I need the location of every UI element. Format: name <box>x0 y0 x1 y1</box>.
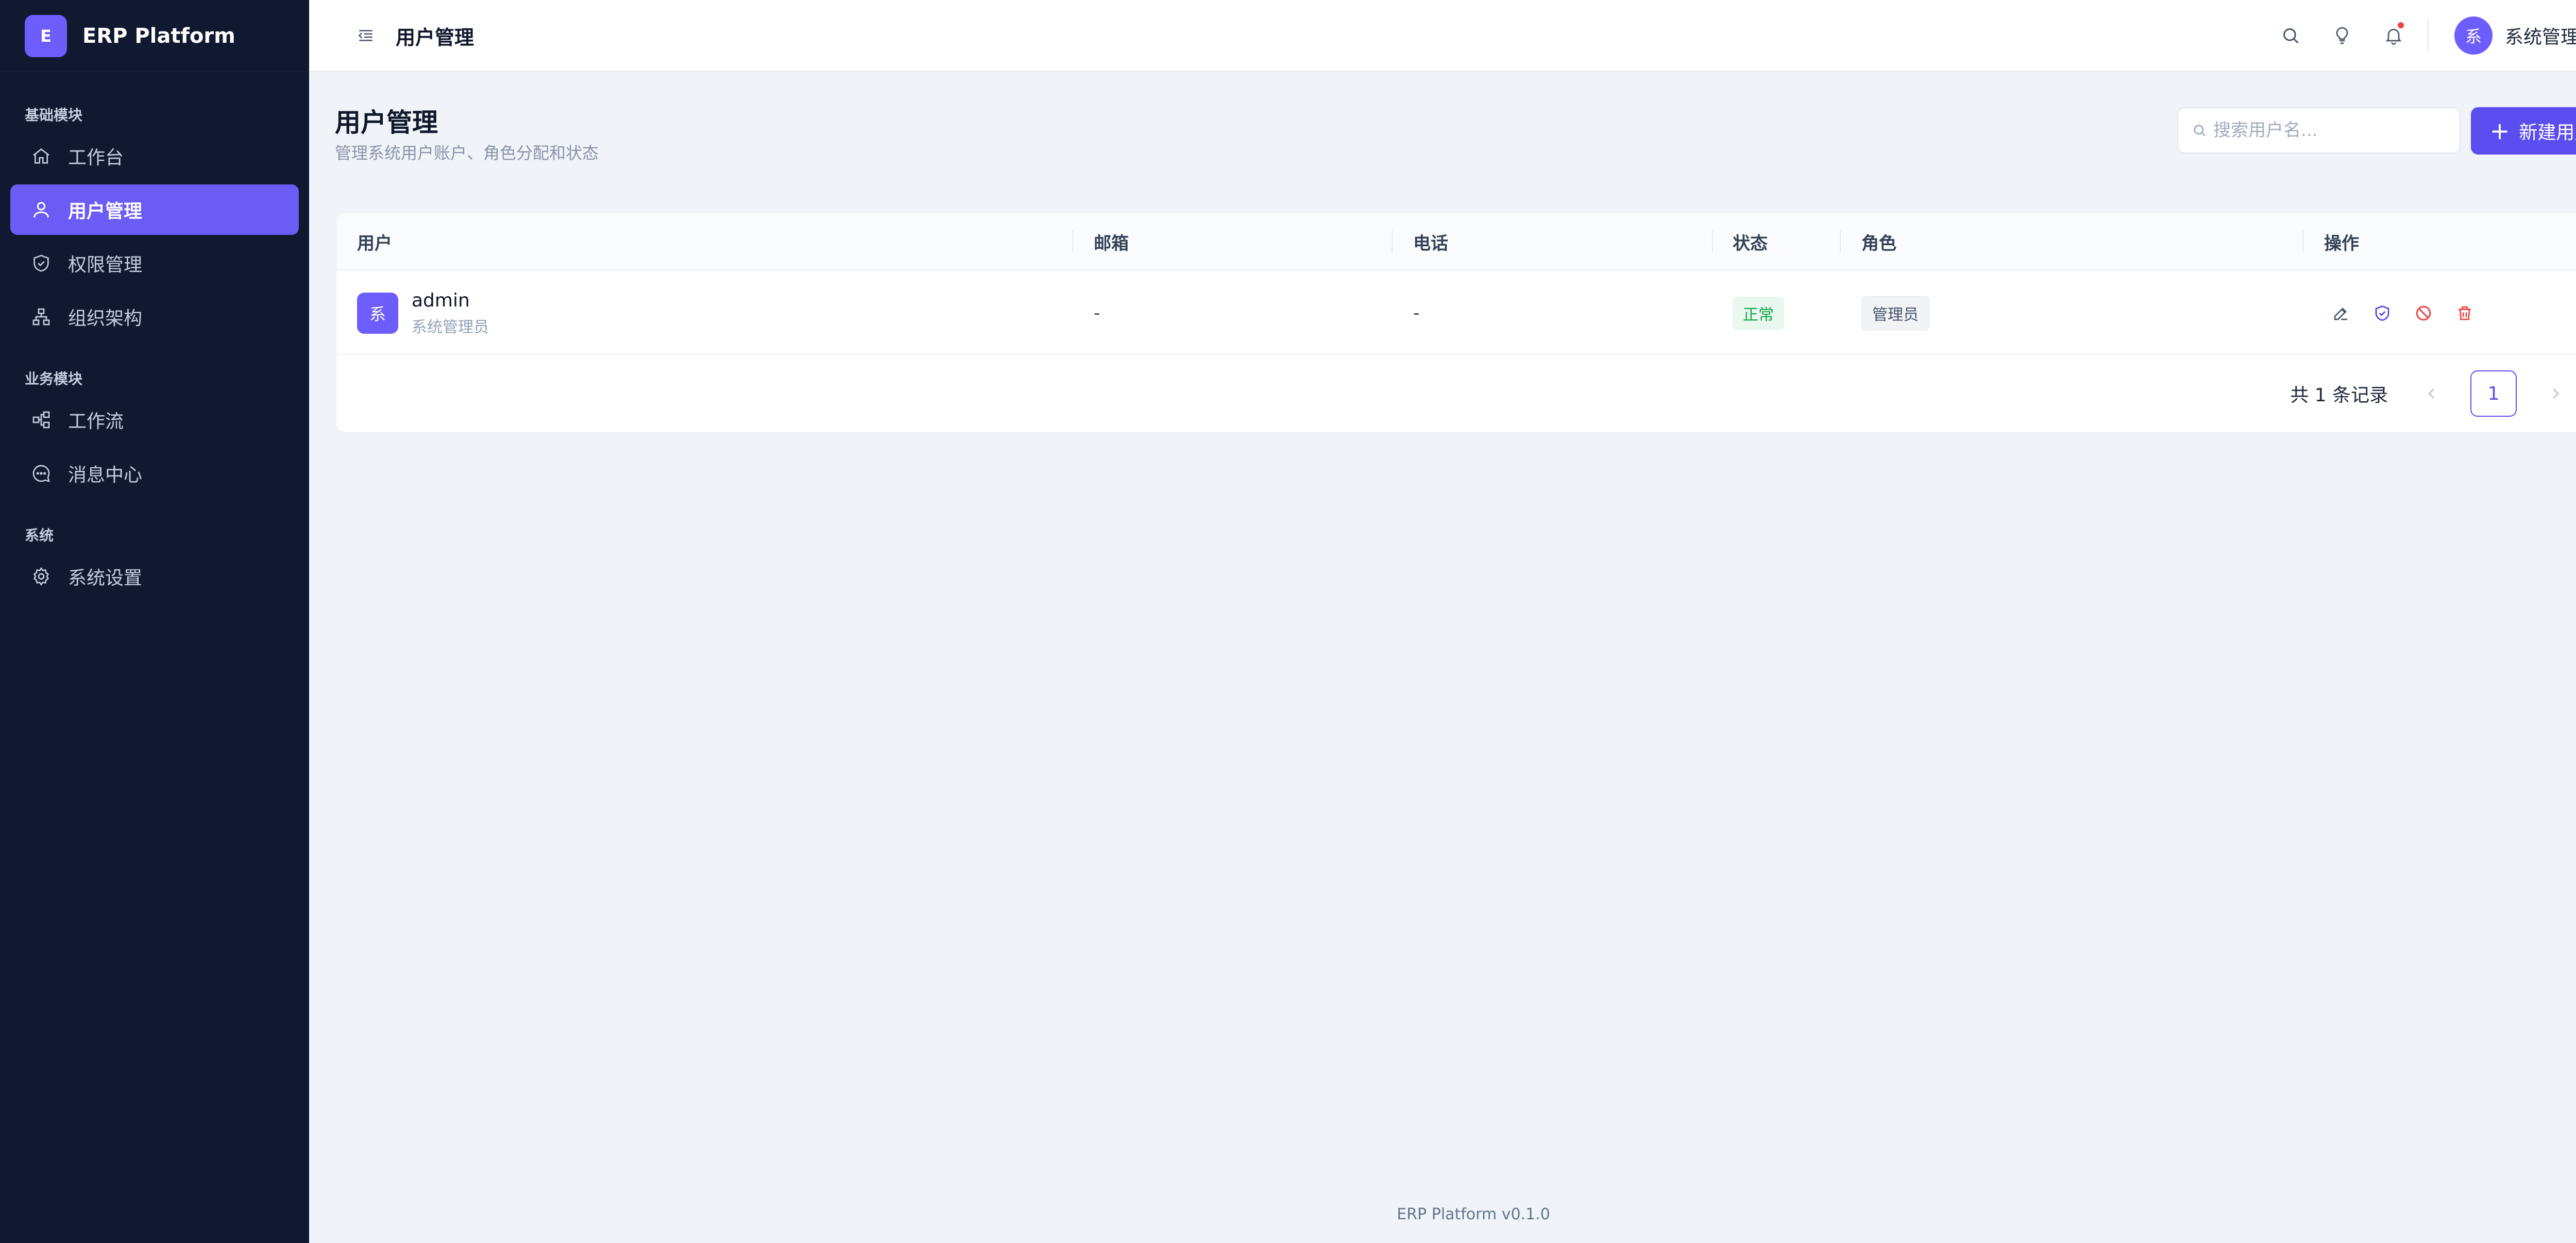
avatar: 系 <box>357 293 398 334</box>
user-search-box[interactable] <box>2177 107 2461 154</box>
sidebar-item-label: 组织架构 <box>68 308 143 329</box>
column-header-user: 用户 <box>357 233 392 254</box>
sidebar-item-label: 工作台 <box>68 147 124 168</box>
org-tree-icon <box>31 307 52 327</box>
column-divider <box>1712 230 1713 253</box>
row-actions <box>2328 300 2493 326</box>
sidebar-item-workflow[interactable]: 工作流 <box>10 395 299 445</box>
phone-cell: - <box>1413 303 1420 323</box>
search-icon <box>2194 125 2206 137</box>
status-cell: 正常 <box>1733 271 1784 355</box>
notifications-button[interactable] <box>2378 20 2409 51</box>
user-menu[interactable]: 系 系统管理员 <box>2454 16 2576 55</box>
gear-icon <box>31 566 52 587</box>
menu-fold-icon <box>358 30 372 41</box>
nav-section-title-business: 业务模块 <box>25 370 83 387</box>
next-page-button[interactable] <box>2532 370 2576 417</box>
email-cell: - <box>1094 303 1100 323</box>
user-nickname: 系统管理员 <box>412 318 489 336</box>
add-user-label: 新建用户 <box>2519 122 2576 143</box>
brand-logo: E <box>25 14 67 57</box>
edit-icon <box>2334 308 2347 320</box>
ban-icon <box>2416 305 2431 321</box>
chevron-left-icon <box>2428 388 2434 399</box>
lightbulb-icon <box>2336 27 2348 44</box>
page-subtitle: 管理系统用户账户、角色分配和状态 <box>335 143 599 163</box>
page-title: 用户管理 <box>335 108 438 138</box>
footer-version: ERP Platform v0.1.0 <box>1397 1205 1550 1223</box>
shield-icon <box>31 253 52 274</box>
nav-section-title-basic: 基础模块 <box>25 107 83 124</box>
topbar-title: 用户管理 <box>396 26 474 49</box>
bell-icon <box>2385 29 2402 45</box>
sidebar-item-messages[interactable]: 消息中心 <box>10 448 299 499</box>
sidebar-item-label: 消息中心 <box>68 465 143 486</box>
users-table-card: 用户 邮箱 电话 状态 角色 操作 系 admin 系统管理员 - - 正常 管… <box>336 212 2576 433</box>
nav-section-title-system: 系统 <box>25 527 54 544</box>
user-info: admin 系统管理员 <box>412 290 489 337</box>
topbar: 用户管理 系 系统管理员 <box>309 0 2576 72</box>
pagination: 共 1 条记录 1 <box>2290 370 2576 417</box>
workflow-icon <box>31 410 52 430</box>
delete-user-button[interactable] <box>2452 300 2478 326</box>
plus-icon: + <box>2489 117 2510 145</box>
sidebar-item-organization[interactable]: 组织架构 <box>10 292 299 342</box>
column-header-status: 状态 <box>1733 233 1768 254</box>
column-divider <box>1392 230 1393 253</box>
column-divider <box>2302 230 2303 253</box>
column-divider <box>1072 230 1073 253</box>
role-badge: 管理员 <box>1861 296 1929 330</box>
sidebar-item-label: 权限管理 <box>68 254 143 276</box>
topbar-actions: 系 系统管理员 <box>2255 16 2576 55</box>
avatar: 系 <box>2454 16 2493 55</box>
brand[interactable]: E ERP Platform <box>0 0 309 72</box>
role-cell: 管理员 <box>1861 271 1929 355</box>
message-icon <box>31 463 52 484</box>
user-cell: 系 admin 系统管理员 <box>357 271 489 355</box>
column-divider <box>1840 230 1841 253</box>
menu-collapse-button[interactable] <box>350 20 381 51</box>
sidebar: E ERP Platform 基础模块 工作台 用户管理 权限管理 组织架构 业… <box>0 0 309 1243</box>
search-icon <box>2283 28 2299 44</box>
global-search-button[interactable] <box>2275 20 2306 51</box>
column-header-role: 角色 <box>1861 233 1896 254</box>
brand-name: ERP Platform <box>82 24 235 48</box>
column-header-actions: 操作 <box>2324 233 2359 254</box>
username: admin <box>412 290 470 311</box>
user-name: 系统管理员 <box>2504 27 2576 48</box>
assign-role-button[interactable] <box>2369 300 2395 326</box>
search-input[interactable] <box>2213 120 2450 141</box>
sidebar-item-label: 工作流 <box>68 411 124 432</box>
chevron-right-icon <box>2553 388 2559 399</box>
status-badge: 正常 <box>1733 297 1784 330</box>
tips-button[interactable] <box>2327 20 2358 51</box>
table-row[interactable]: 系 admin 系统管理员 - - 正常 管理员 <box>336 271 2576 355</box>
notification-dot <box>2397 22 2404 28</box>
prev-page-button[interactable] <box>2409 370 2455 417</box>
pagination-total: 共 1 条记录 <box>2290 385 2388 406</box>
sidebar-item-settings[interactable]: 系统设置 <box>10 551 299 602</box>
page-number-button[interactable]: 1 <box>2470 370 2517 417</box>
sidebar-item-permissions[interactable]: 权限管理 <box>10 238 299 288</box>
home-icon <box>31 146 52 166</box>
sidebar-item-dashboard[interactable]: 工作台 <box>10 131 299 181</box>
add-user-button[interactable]: + 新建用户 <box>2471 107 2576 155</box>
sidebar-item-users[interactable]: 用户管理 <box>10 184 299 235</box>
table-header: 用户 邮箱 电话 状态 角色 操作 <box>336 213 2576 270</box>
sidebar-item-label: 用户管理 <box>68 201 143 222</box>
shield-check-icon <box>2375 305 2389 321</box>
trash-icon <box>2459 306 2471 320</box>
edit-user-button[interactable] <box>2328 300 2354 326</box>
user-icon <box>31 199 52 220</box>
column-header-email: 邮箱 <box>1094 233 1129 254</box>
sidebar-item-label: 系统设置 <box>68 568 143 589</box>
disable-user-button[interactable] <box>2411 300 2436 326</box>
column-header-phone: 电话 <box>1413 233 1448 254</box>
actions-cell <box>2328 271 2493 355</box>
topbar-divider <box>2427 19 2429 52</box>
